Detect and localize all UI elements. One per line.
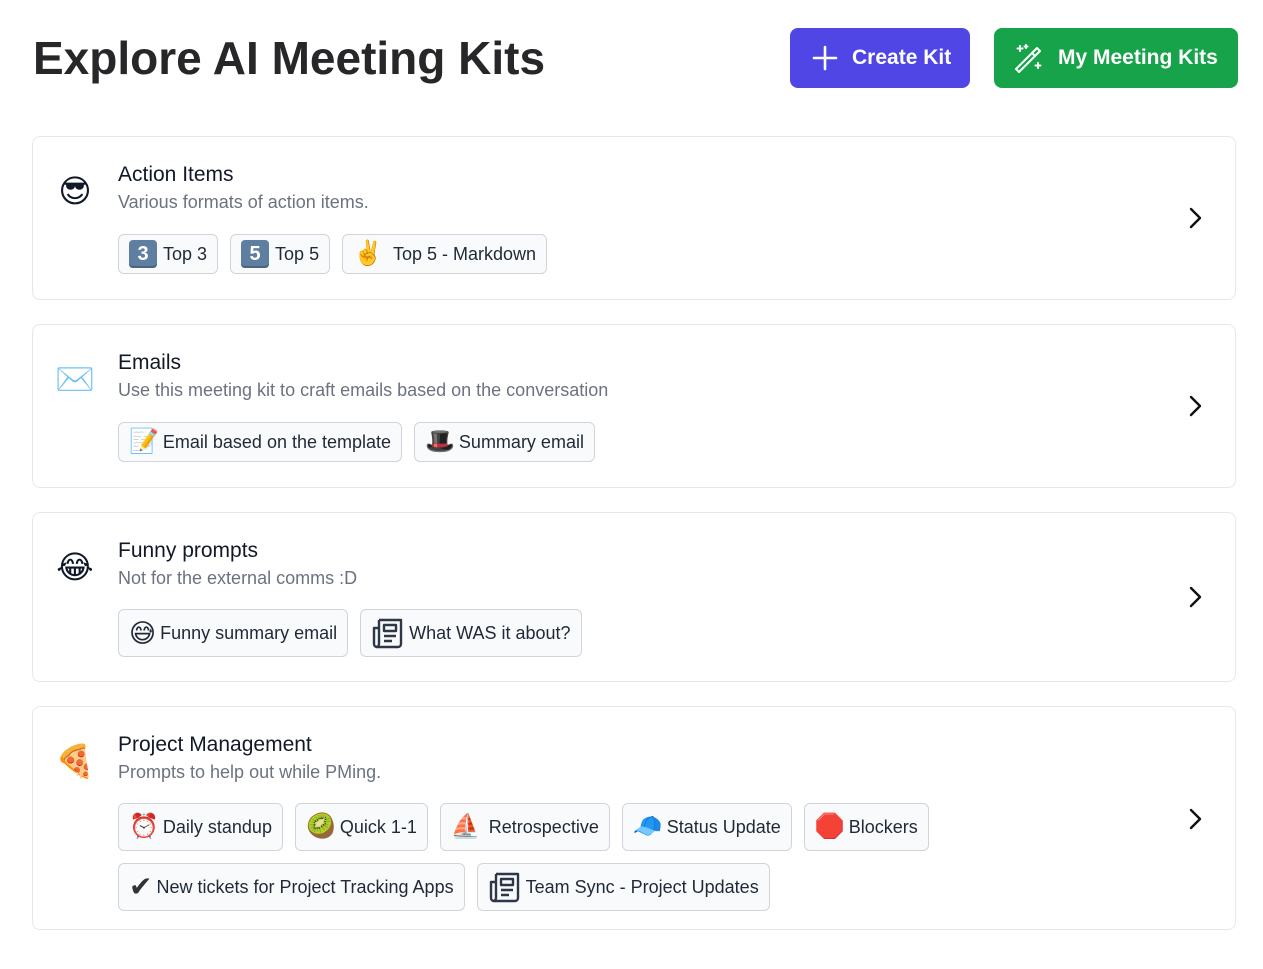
- prompt-label: Summary email: [458, 431, 584, 452]
- kit-title: Action Items: [118, 163, 234, 186]
- prompt-chip-top-3[interactable]: 3 Top 3: [118, 234, 219, 274]
- kit-title: Emails: [118, 351, 182, 374]
- prompt-chip-top-5[interactable]: 5 Top 5: [230, 234, 331, 274]
- prompt-list: 📝 Email based on the template 🎩 Summary …: [118, 422, 1155, 462]
- newspaper-icon: [489, 872, 519, 903]
- kit-title: Funny prompts: [118, 539, 259, 562]
- kit-card-action-items[interactable]: 😎 Action Items Various formats of action…: [32, 136, 1236, 300]
- pizza-emoji-icon: 🍕: [55, 743, 95, 779]
- prompt-chip-new-tickets[interactable]: ✔ New tickets for Project Tracking Apps: [118, 863, 465, 911]
- kit-description: Not for the external comms :D: [118, 568, 358, 588]
- prompt-label: Daily standup: [162, 816, 272, 837]
- prompt-chip-daily-standup[interactable]: ⏰ Daily standup: [118, 803, 283, 851]
- prompt-chip-status-update[interactable]: 🧢 Status Update: [621, 803, 792, 851]
- prompt-label: What WAS it about?: [409, 622, 571, 643]
- kit-description: Use this meeting kit to craft emails bas…: [118, 380, 609, 400]
- chevron-right-icon[interactable]: [1185, 585, 1205, 609]
- envelope-emoji-icon: ✉️: [55, 361, 95, 397]
- prompt-label: Top 5: [275, 243, 320, 264]
- prompt-chip-funny-summary-email[interactable]: 😅 Funny summary email: [118, 609, 349, 657]
- sailboat-icon: ⛵: [450, 813, 481, 840]
- my-meeting-kits-button[interactable]: My Meeting Kits: [994, 28, 1238, 88]
- magic-wand-icon: [1015, 44, 1042, 73]
- top-hat-icon: 🎩: [425, 428, 455, 455]
- chevron-right-icon[interactable]: [1185, 206, 1205, 230]
- prompt-chip-retrospective[interactable]: ⛵ Retrospective: [439, 803, 610, 851]
- prompt-label: Status Update: [666, 816, 781, 837]
- prompt-chip-top-5-markdown[interactable]: ✌️ Top 5 - Markdown: [342, 234, 548, 274]
- kit-description: Various formats of action items.: [118, 192, 369, 212]
- alarm-clock-icon: ⏰: [129, 813, 159, 840]
- tears-of-joy-emoji-icon: 😂: [56, 549, 94, 585]
- memo-icon: 📝: [129, 428, 159, 455]
- prompt-label: Funny summary email: [160, 622, 338, 643]
- page-title: Explore AI Meeting Kits: [33, 32, 546, 84]
- prompt-label: Quick 1-1: [339, 816, 417, 837]
- prompt-label: Blockers: [848, 816, 918, 837]
- prompt-label: Top 5 - Markdown: [392, 243, 537, 264]
- prompt-label: New tickets for Project Tracking Apps: [156, 876, 454, 897]
- kiwi-icon: 🥝: [305, 813, 336, 840]
- prompt-label: Top 3: [163, 243, 208, 264]
- page-header: Explore AI Meeting Kits Create Kit My Me…: [33, 28, 1238, 88]
- prompt-label: Retrospective: [488, 816, 599, 837]
- kit-description: Prompts to help out while PMing.: [118, 762, 382, 782]
- chevron-right-icon[interactable]: [1185, 807, 1205, 831]
- sunglasses-emoji-icon: 😎: [58, 173, 92, 209]
- cap-icon: 🧢: [632, 813, 663, 840]
- kit-card-funny-prompts[interactable]: 😂 Funny prompts Not for the external com…: [32, 512, 1236, 682]
- chevron-right-icon[interactable]: [1185, 394, 1205, 418]
- prompt-list: ⏰ Daily standup 🥝 Quick 1-1 ⛵ Retrospect…: [118, 803, 965, 911]
- kit-card-project-management[interactable]: 🍕 Project Management Prompts to help out…: [32, 706, 1236, 930]
- victory-hand-icon: ✌️: [353, 240, 383, 267]
- plus-icon: [812, 45, 838, 71]
- newspaper-icon: [372, 618, 403, 649]
- create-kit-label: Create Kit: [852, 46, 952, 69]
- prompt-chip-quick-1-1[interactable]: 🥝 Quick 1-1: [294, 803, 428, 851]
- grinning-sweat-icon: 😅: [129, 618, 157, 648]
- keycap-3-icon: 3: [129, 240, 157, 268]
- prompt-chip-team-sync[interactable]: Team Sync - Project Updates: [476, 863, 770, 911]
- check-mark-icon: ✔: [129, 871, 153, 902]
- prompt-list: 😅 Funny summary email What WAS it about?: [118, 609, 1155, 657]
- prompt-label: Team Sync - Project Updates: [525, 876, 759, 897]
- prompt-chip-summary-email[interactable]: 🎩 Summary email: [414, 422, 595, 462]
- my-meeting-kits-label: My Meeting Kits: [1058, 46, 1218, 69]
- create-kit-button[interactable]: Create Kit: [790, 28, 970, 88]
- stop-sign-icon: 🛑: [814, 813, 845, 840]
- keycap-5-icon: 5: [241, 240, 270, 268]
- prompt-label: Email based on the template: [162, 431, 392, 452]
- prompt-chip-what-was-it-about[interactable]: What WAS it about?: [360, 609, 582, 657]
- kit-card-emails[interactable]: ✉️ Emails Use this meeting kit to craft …: [32, 324, 1236, 488]
- prompt-list: 3 Top 3 5 Top 5 ✌️ Top 5 - Markdown: [118, 234, 1155, 274]
- prompt-chip-email-template[interactable]: 📝 Email based on the template: [118, 422, 403, 462]
- prompt-chip-blockers[interactable]: 🛑 Blockers: [803, 803, 929, 851]
- kit-title: Project Management: [118, 733, 312, 756]
